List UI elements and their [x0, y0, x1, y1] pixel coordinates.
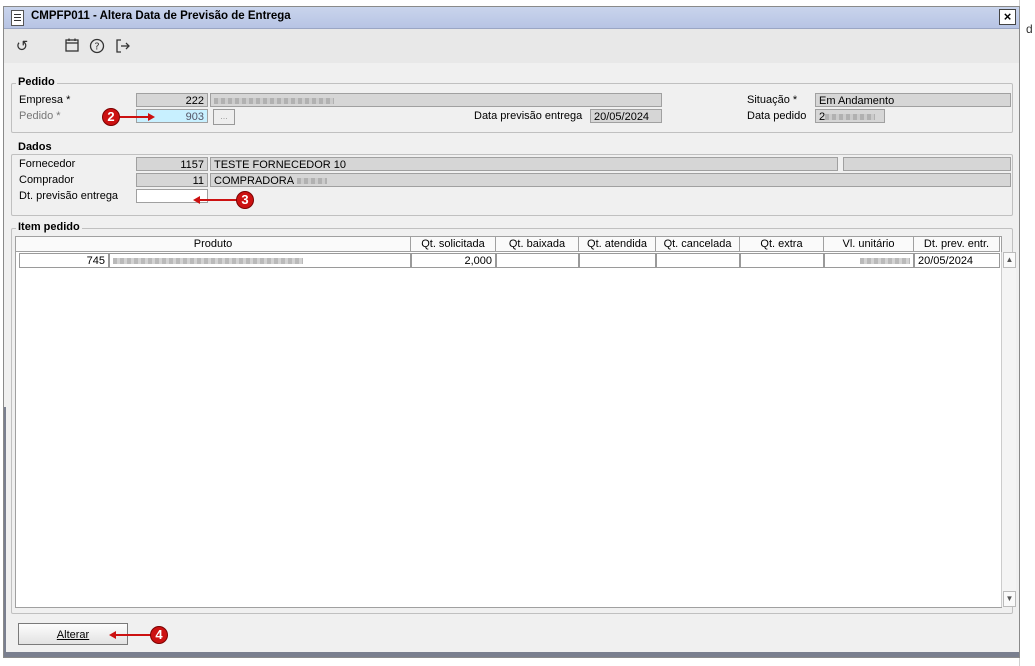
- fornecedor-extra-field: [843, 157, 1011, 171]
- marker-4-arrow: [116, 634, 152, 636]
- marker-2-arrowhead: [148, 113, 155, 121]
- marker-4-arrowhead: [109, 631, 116, 639]
- close-button[interactable]: ×: [999, 9, 1016, 25]
- col-header-qt-baixada[interactable]: Qt. baixada: [496, 237, 579, 252]
- dialog-window: CMPFP011 - Altera Data de Previsão de En…: [3, 6, 1020, 658]
- fornecedor-name-field: TESTE FORNECEDOR 10: [210, 157, 838, 171]
- scroll-up-arrow-icon[interactable]: ▲: [1003, 252, 1016, 268]
- empresa-code-field[interactable]: 222: [136, 93, 208, 107]
- bottom-status-strip: [4, 652, 1019, 657]
- marker-2-arrow: [120, 116, 150, 118]
- item-pedido-group-title: Item pedido: [16, 221, 82, 233]
- comprador-label: Comprador: [19, 174, 75, 186]
- calendar-icon[interactable]: [63, 38, 81, 56]
- pedido-group-title: Pedido: [16, 76, 57, 88]
- situacao-label: Situação *: [747, 94, 798, 106]
- pedido-lookup-button[interactable]: …: [213, 109, 235, 125]
- col-header-produto[interactable]: Produto: [16, 237, 411, 252]
- cell-qt-atendida[interactable]: [579, 253, 656, 268]
- previsao-entrega-label: Data previsão entrega: [474, 110, 583, 122]
- document-icon: [11, 10, 24, 26]
- items-table: Produto Qt. solicitada Qt. baixada Qt. a…: [15, 236, 1016, 608]
- exit-icon[interactable]: [114, 38, 132, 56]
- title-bar: CMPFP011 - Altera Data de Previsão de En…: [4, 7, 1019, 29]
- col-header-qt-cancelada[interactable]: Qt. cancelada: [656, 237, 740, 252]
- window-title: CMPFP011 - Altera Data de Previsão de En…: [31, 10, 291, 22]
- situacao-field: Em Andamento: [815, 93, 1011, 107]
- cell-dt-prev-entr[interactable]: 20/05/2024: [914, 253, 1000, 268]
- empresa-label: Empresa *: [19, 94, 71, 106]
- cell-qt-cancelada[interactable]: [656, 253, 740, 268]
- col-header-qt-solicitada[interactable]: Qt. solicitada: [411, 237, 496, 252]
- refresh-icon[interactable]: ↺: [13, 38, 31, 56]
- marker-3-arrow: [200, 199, 238, 201]
- cell-qt-solicitada[interactable]: 2,000: [411, 253, 496, 268]
- marker-2: 2: [102, 108, 120, 126]
- scroll-down-arrow-icon[interactable]: ▼: [1003, 591, 1016, 607]
- fornecedor-code-field: 1157: [136, 157, 208, 171]
- pedido-group: [11, 83, 1013, 133]
- previsao-entrega-field: 20/05/2024: [590, 109, 662, 123]
- col-header-qt-extra[interactable]: Qt. extra: [740, 237, 824, 252]
- fornecedor-label: Fornecedor: [19, 158, 76, 170]
- marker-4: 4: [150, 626, 168, 644]
- help-icon[interactable]: ?: [88, 38, 106, 56]
- pedido-label: Pedido *: [19, 110, 61, 122]
- col-header-dt-prev-entr[interactable]: Dt. prev. entr.: [914, 237, 1000, 252]
- dt-previsao-label: Dt. previsão entrega: [19, 190, 119, 202]
- cell-vl-unitario[interactable]: [824, 253, 914, 268]
- data-pedido-label: Data pedido: [747, 110, 807, 122]
- background-text-fragment: d: [1026, 22, 1033, 36]
- cell-produto-desc[interactable]: [109, 253, 411, 268]
- col-header-qt-atendida[interactable]: Qt. atendida: [579, 237, 656, 252]
- cell-produto-code[interactable]: 745: [19, 253, 109, 268]
- table-vertical-scrollbar[interactable]: ▲ ▼: [1001, 252, 1016, 607]
- marker-3-arrowhead: [193, 196, 200, 204]
- comprador-name-field: COMPRADORA: [210, 173, 1011, 187]
- svg-text:?: ?: [94, 42, 99, 53]
- marker-3: 3: [236, 191, 254, 209]
- toolbar: ↺ ?: [4, 29, 1019, 63]
- col-header-vl-unitario[interactable]: Vl. unitário: [824, 237, 914, 252]
- empresa-name-field: [210, 93, 662, 107]
- comprador-code-field: 11: [136, 173, 208, 187]
- left-edge-strip: [4, 407, 6, 652]
- data-pedido-field: 2: [815, 109, 885, 123]
- background-window-edge: [1019, 0, 1035, 666]
- cell-qt-extra[interactable]: [740, 253, 824, 268]
- dados-group-title: Dados: [16, 141, 54, 153]
- cell-qt-baixada[interactable]: [496, 253, 579, 268]
